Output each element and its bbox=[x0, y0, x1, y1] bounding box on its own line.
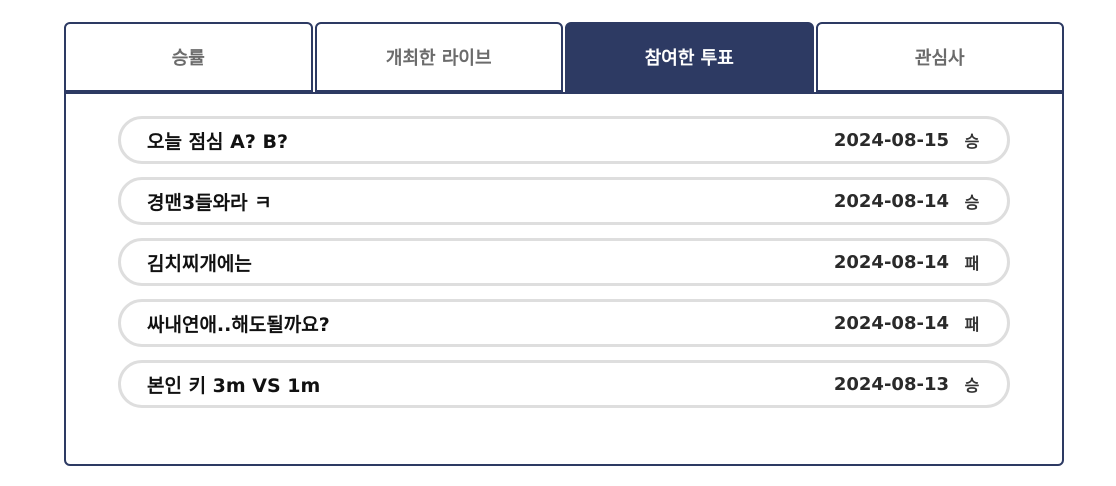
vote-list-item[interactable]: 김치찌개에는 2024-08-14 패 bbox=[118, 238, 1010, 286]
votes-panel: 오늘 점심 A? B? 2024-08-15 승 경맨3들와라 ㅋ 2024-0… bbox=[64, 92, 1064, 466]
vote-result: 승 bbox=[964, 193, 980, 212]
vote-result: 승 bbox=[964, 132, 980, 151]
vote-date: 2024-08-13 bbox=[833, 373, 949, 395]
vote-list-item[interactable]: 싸내연애..해도될까요? 2024-08-14 패 bbox=[118, 299, 1010, 347]
vote-title: 본인 키 3m VS 1m bbox=[147, 374, 321, 397]
vote-list-item[interactable]: 오늘 점심 A? B? 2024-08-15 승 bbox=[118, 116, 1010, 164]
vote-title: 싸내연애..해도될까요? bbox=[147, 313, 330, 336]
vote-result: 패 bbox=[964, 254, 980, 273]
profile-tabs-container: 승률 개최한 라이브 참여한 투표 관심사 오늘 점심 A? B? 2024-0… bbox=[64, 22, 1064, 466]
vote-date: 2024-08-14 bbox=[833, 190, 949, 212]
vote-result: 패 bbox=[964, 315, 980, 334]
tab-bar: 승률 개최한 라이브 참여한 투표 관심사 bbox=[64, 22, 1064, 92]
tab-hosted-lives[interactable]: 개최한 라이브 bbox=[314, 22, 563, 92]
vote-date: 2024-08-14 bbox=[833, 312, 949, 334]
vote-list-item[interactable]: 경맨3들와라 ㅋ 2024-08-14 승 bbox=[118, 177, 1010, 225]
vote-date: 2024-08-14 bbox=[833, 251, 949, 273]
vote-title: 경맨3들와라 ㅋ bbox=[147, 191, 272, 214]
tab-win-rate[interactable]: 승률 bbox=[64, 22, 313, 92]
vote-title: 김치찌개에는 bbox=[147, 252, 252, 275]
tab-interests[interactable]: 관심사 bbox=[815, 22, 1064, 92]
vote-result: 승 bbox=[964, 376, 980, 395]
vote-list-item[interactable]: 본인 키 3m VS 1m 2024-08-13 승 bbox=[118, 360, 1010, 408]
vote-date: 2024-08-15 bbox=[833, 129, 949, 151]
vote-title: 오늘 점심 A? B? bbox=[147, 130, 288, 153]
tab-participated-votes[interactable]: 참여한 투표 bbox=[565, 22, 814, 92]
